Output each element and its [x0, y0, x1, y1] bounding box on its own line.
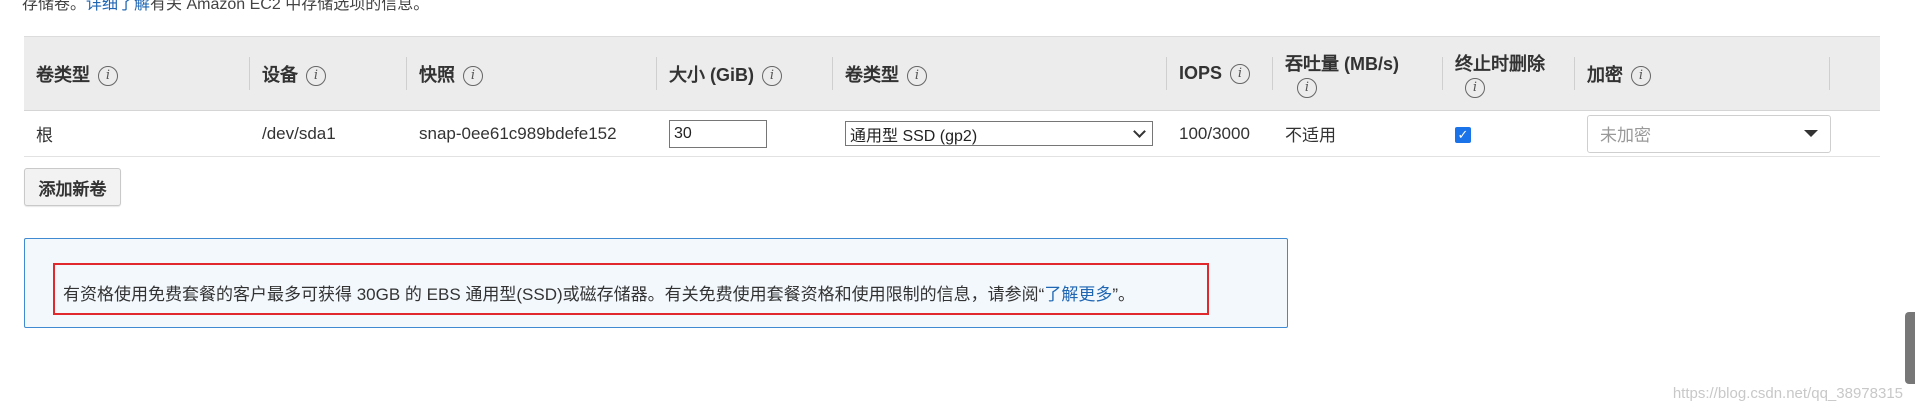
info-icon[interactable]: i	[1230, 64, 1251, 85]
table-header-row: 卷类型 i 设备 i 快照 i 大小 (GiB) i 卷类型 i IOPS i 吞吐量 (M…	[24, 36, 1880, 111]
caret-down-icon	[1804, 130, 1818, 137]
header-throughput: 吞吐量 (MB/s) i	[1273, 36, 1443, 111]
info-icon[interactable]: i	[306, 65, 326, 86]
size-input[interactable]	[669, 119, 767, 148]
encryption-selected: 未加密	[1600, 126, 1651, 145]
header-size: 大小 (GiB) i	[657, 36, 833, 111]
watermark: https://blog.csdn.net/qq_38978315	[1672, 385, 1903, 402]
info-icon[interactable]: i	[1631, 65, 1651, 86]
cell-device: /dev/sda1	[250, 110, 407, 157]
header-iops: IOPS i	[1167, 36, 1273, 111]
info-icon[interactable]: i	[98, 65, 118, 86]
header-device: 设备 i	[250, 36, 407, 111]
scrollbar-thumb[interactable]	[1905, 312, 1915, 384]
top-note-prefix: 存储卷。	[22, 0, 87, 13]
header-volume-kind: 卷类型 i	[833, 36, 1167, 111]
cell-spacer	[1830, 110, 1880, 157]
cell-snapshot: snap-0ee61c989bdefe152	[407, 110, 657, 157]
table-row: 根 /dev/sda1 snap-0ee61c989bdefe152 通用型 S…	[24, 110, 1880, 157]
info-icon[interactable]: i	[907, 65, 927, 86]
header-delete-on-termination: 终止时删除 i	[1443, 36, 1575, 111]
info-icon[interactable]: i	[463, 65, 483, 86]
header-spacer	[1830, 36, 1880, 111]
top-note: 存储卷。详细了解有关 Amazon EC2 中存储选项的信息。	[22, 0, 429, 14]
cell-throughput: 不适用	[1273, 110, 1443, 157]
volume-type-select[interactable]: 通用型 SSD (gp2)	[845, 121, 1153, 146]
top-note-suffix: 有关 Amazon EC2 中存储选项的信息。	[150, 0, 430, 13]
delete-on-termination-checkbox[interactable]: ✓	[1455, 126, 1471, 143]
volume-type-selected: 通用型 SSD (gp2)	[850, 127, 978, 145]
storage-volume-table: 卷类型 i 设备 i 快照 i 大小 (GiB) i 卷类型 i IOPS i 吞吐量 (M…	[24, 36, 1880, 157]
cell-size	[657, 110, 833, 157]
learn-more-link[interactable]: 了解更多	[1044, 285, 1112, 304]
highlight-annotation-box: 有资格使用免费套餐的客户最多可获得 30GB 的 EBS 通用型(SSD)或磁存…	[53, 263, 1209, 315]
cell-volume-kind: 通用型 SSD (gp2)	[833, 110, 1167, 157]
info-icon[interactable]: i	[1297, 77, 1317, 98]
cell-encryption: 未加密	[1575, 110, 1831, 157]
cell-delete-on-termination: ✓	[1443, 110, 1575, 157]
header-volume-type: 卷类型 i	[24, 36, 250, 111]
free-tier-info-box: 有资格使用免费套餐的客户最多可获得 30GB 的 EBS 通用型(SSD)或磁存…	[24, 238, 1288, 328]
learn-more-link-top[interactable]: 详细了解	[86, 0, 150, 13]
header-snapshot: 快照 i	[407, 36, 657, 111]
cell-volume-type: 根	[24, 110, 250, 157]
add-volume-button[interactable]: 添加新卷	[24, 168, 121, 206]
info-icon[interactable]: i	[762, 65, 782, 86]
free-tier-note-text: 有资格使用免费套餐的客户最多可获得 30GB 的 EBS 通用型(SSD)或磁存…	[63, 285, 1045, 304]
free-tier-note-suffix: ”。	[1112, 285, 1135, 304]
header-encryption: 加密 i	[1575, 36, 1830, 111]
chevron-down-icon	[1133, 125, 1146, 138]
free-tier-note: 有资格使用免费套餐的客户最多可获得 30GB 的 EBS 通用型(SSD)或磁存…	[63, 280, 1135, 305]
info-icon[interactable]: i	[1465, 77, 1485, 98]
cell-iops: 100/3000	[1167, 110, 1273, 157]
encryption-select[interactable]: 未加密	[1587, 114, 1831, 153]
